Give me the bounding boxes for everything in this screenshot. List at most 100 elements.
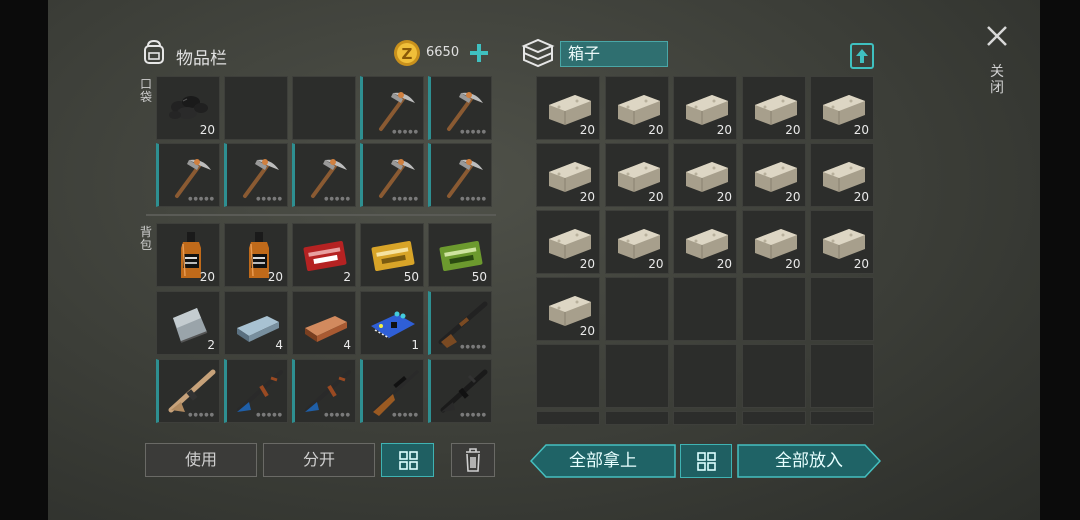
durability-dots: ●●●●● [188,412,215,418]
durability-dots: ●●●●● [188,196,215,202]
empty-slot[interactable] [604,344,669,408]
item-count: 20 [199,270,215,284]
item-slot[interactable]: 20 [536,143,600,207]
empty-slot[interactable] [292,76,356,140]
item-slot[interactable]: 20 [604,76,669,140]
item-slot[interactable]: ●●●●● [360,76,424,140]
item-count: 20 [579,257,595,271]
empty-slot[interactable] [673,277,737,341]
item-slot[interactable]: 20 [673,76,737,140]
item-slot[interactable]: ●●●●● [428,143,492,207]
item-slot[interactable]: 20 [741,76,806,140]
put-all-button[interactable]: 全部放入 [737,444,881,478]
empty-slot[interactable] [604,411,669,425]
item-slot[interactable]: 20 [156,76,220,140]
empty-slot[interactable] [224,76,288,140]
close-label[interactable]: 关闭 [988,64,1006,96]
sort-box-button[interactable] [680,444,732,478]
item-slot[interactable]: 2 [156,291,220,355]
item-count: 50 [471,270,487,284]
item-slot[interactable]: ●●●●● [292,143,356,207]
durability-dots: ●●●●● [392,129,419,135]
item-slot[interactable]: 20 [741,210,806,274]
durability-dots: ●●●●● [460,344,487,350]
item-slot[interactable]: 50 [428,223,492,287]
item-count: 4 [343,338,351,352]
empty-slot[interactable] [604,277,669,341]
gold-coin-icon: Z [394,40,420,66]
durability-dots: ●●●●● [460,412,487,418]
item-slot[interactable]: 20 [536,277,600,341]
empty-slot[interactable] [741,411,806,425]
backpack-icon [144,39,164,64]
item-slot[interactable]: 1 [360,291,424,355]
item-slot[interactable]: ●●●●● [360,143,424,207]
pocket-label: 口袋 [139,77,152,104]
item-slot[interactable]: 20 [536,210,600,274]
durability-dots: ●●●●● [324,412,351,418]
box-icon [521,38,555,68]
empty-slot[interactable] [536,344,600,408]
empty-slot[interactable] [741,277,806,341]
item-slot[interactable]: 20 [741,143,806,207]
sort-inventory-button[interactable] [381,443,434,477]
item-slot[interactable]: 20 [673,210,737,274]
item-count: 20 [579,190,595,204]
item-count: 20 [267,270,283,284]
item-slot[interactable]: 20 [156,223,220,287]
use-button[interactable]: 使用 [145,443,257,477]
item-slot[interactable]: ●●●●● [224,359,288,423]
split-button[interactable]: 分开 [263,443,375,477]
item-slot[interactable]: 20 [604,210,669,274]
item-slot[interactable]: ●●●●● [292,359,356,423]
item-count: 20 [853,190,869,204]
item-slot[interactable]: ●●●●● [428,76,492,140]
item-slot[interactable]: 4 [224,291,288,355]
close-icon[interactable] [985,24,1009,48]
upload-icon[interactable] [848,40,876,70]
item-slot[interactable]: 50 [360,223,424,287]
empty-slot[interactable] [741,344,806,408]
item-count: 20 [648,123,664,137]
game-screen: 物品栏 Z 6650 口袋 背包 20 ●●●●● ●●●●● ●●●●● ●●●●● ●… [48,0,1040,520]
item-count: 2 [343,270,351,284]
item-slot[interactable]: ●●●●● [360,359,424,423]
item-slot[interactable]: 20 [224,223,288,287]
item-slot[interactable]: 20 [536,76,600,140]
item-slot[interactable]: 20 [810,76,874,140]
empty-slot[interactable] [810,344,874,408]
svg-text:Z: Z [402,45,413,63]
empty-slot[interactable] [810,411,874,425]
item-count: 20 [199,123,215,137]
empty-slot[interactable] [673,411,737,425]
durability-dots: ●●●●● [256,412,283,418]
item-slot[interactable]: 20 [673,143,737,207]
durability-dots: ●●●●● [392,412,419,418]
grid-icon [697,452,716,471]
item-count: 20 [853,123,869,137]
delete-button[interactable] [451,443,495,477]
add-currency-icon[interactable] [468,42,490,64]
currency-amount: 6650 [426,45,460,60]
item-slot[interactable]: ●●●●● [428,359,492,423]
empty-slot[interactable] [673,344,737,408]
item-count: 20 [716,123,732,137]
empty-slot[interactable] [536,411,600,425]
item-slot[interactable]: 20 [810,210,874,274]
take-all-button[interactable]: 全部拿上 [530,444,676,478]
item-slot[interactable]: ●●●●● [156,359,220,423]
item-slot[interactable]: 20 [810,143,874,207]
item-slot[interactable]: 2 [292,223,356,287]
durability-dots: ●●●●● [460,129,487,135]
item-slot[interactable]: 4 [292,291,356,355]
item-count: 50 [403,270,419,284]
item-slot[interactable]: ●●●●● [224,143,288,207]
item-slot[interactable]: 20 [604,143,669,207]
item-slot[interactable]: ●●●●● [156,143,220,207]
item-count: 1 [411,338,419,352]
item-count: 20 [648,190,664,204]
item-count: 20 [785,190,801,204]
empty-slot[interactable] [810,277,874,341]
item-slot[interactable]: ●●●●● [428,291,492,355]
trash-icon [466,448,480,472]
